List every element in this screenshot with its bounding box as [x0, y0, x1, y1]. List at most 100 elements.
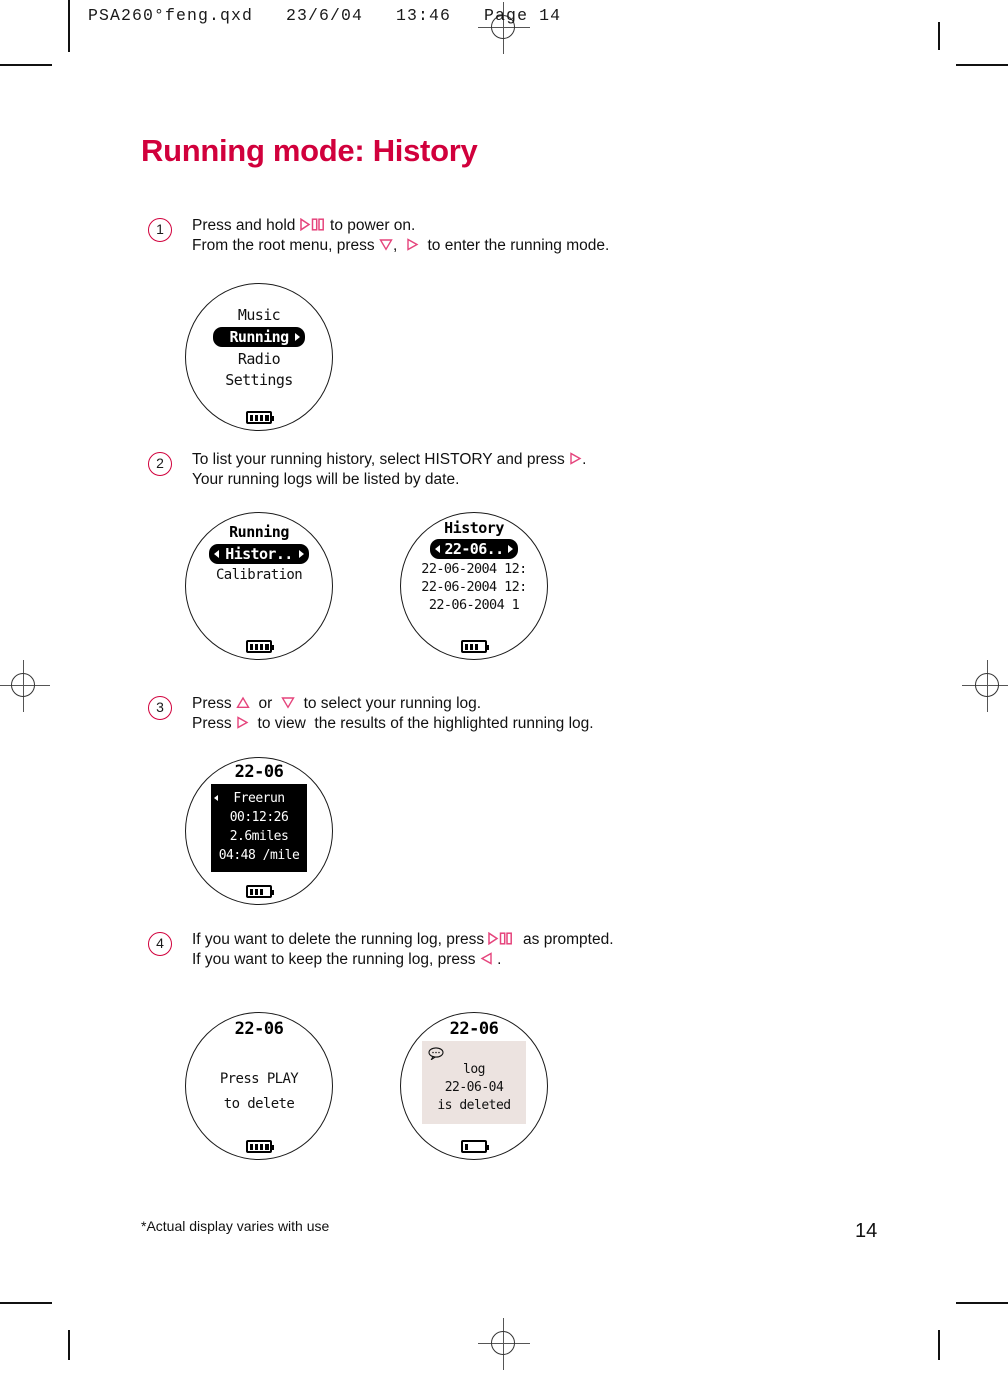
root-menu-item-radio: Radio [237, 350, 281, 368]
step-1-line-1-part-a: Press and hold [192, 217, 300, 234]
deleted-confirm-line-1: log [463, 1062, 485, 1077]
caret-right-icon [507, 545, 513, 553]
step-3-line-2-part-b: to view the results of the highlighted r… [248, 715, 594, 732]
step-4-line-1: If you want to delete the running log, p… [192, 930, 938, 950]
device-screen-deleted-confirm: 22-06 log 22-06-04 is deleted [400, 1012, 548, 1160]
caret-left-icon [435, 545, 441, 553]
device-screen-running-menu: Running Histor.. Calibration [185, 512, 333, 660]
triangle-left-icon [480, 952, 493, 965]
step-2-line-2: Your running logs will be listed by date… [192, 471, 460, 488]
step-4-line-1-part-b: as prompted. [514, 931, 614, 948]
step-3-line-2: Press to view the results of the highlig… [192, 714, 938, 734]
page-title: Running mode: History [141, 133, 478, 168]
device-screen-root-menu: Music Running Radio Settings [185, 283, 333, 431]
delete-prompt-line-2: to delete [223, 1096, 295, 1112]
crop-mark-bottom-left-h [0, 1302, 52, 1304]
history-list-selected-label: 22-06.. [444, 540, 504, 558]
step-number-badge: 2 [148, 452, 172, 476]
caret-left-icon [214, 795, 218, 801]
battery-icon [461, 640, 489, 653]
step-1-line-2-part-b: to enter the running mode. [418, 237, 610, 254]
step-1-line-1: Press and hold to power on. [192, 216, 938, 236]
crop-mark-bottom-left-v [68, 1330, 70, 1360]
step-2-line-1-part-a: To list your running history, select HIS… [192, 451, 570, 468]
crop-mark-bottom-right-h [956, 1302, 1008, 1304]
delete-prompt-line-1: Press PLAY [219, 1071, 299, 1087]
crop-mark-top-left-h [0, 64, 52, 66]
step-1-line-2-part-a: From the root menu, press [192, 237, 379, 254]
step-1-line-2: From the root menu, press , to enter the… [192, 236, 938, 256]
registration-mark-right [962, 660, 1008, 712]
crop-mark-top-right-h [956, 64, 1008, 66]
step-4-line-2: If you want to keep the running log, pre… [192, 950, 938, 970]
registration-mark-bottom [478, 1318, 530, 1370]
step-2-text: To list your running history, select HIS… [192, 450, 938, 490]
step-2: 2 To list your running history, select H… [148, 450, 938, 490]
step-3-line-1: Press or to select your running log. [192, 694, 938, 714]
crop-mark-top-right-v [938, 22, 940, 50]
caret-left-icon [214, 550, 220, 558]
log-detail-panel: Freerun 00:12:26 2.6miles 04:48 /mile [211, 784, 307, 872]
log-detail-duration: 00:12:26 [229, 810, 289, 825]
slug-rule-vertical [68, 0, 70, 52]
play-pause-icon [488, 932, 514, 945]
step-4-line-2-part-a: If you want to keep the running log, pre… [192, 951, 480, 968]
step-2-line-1: To list your running history, select HIS… [192, 450, 938, 470]
running-menu-item-calibration: Calibration [215, 567, 303, 583]
delete-prompt-title: 22-06 [234, 1019, 284, 1039]
triangle-right-icon [406, 238, 419, 251]
step-1: 1 Press and hold to power on. From the r… [148, 216, 938, 256]
step-number-badge: 1 [148, 218, 172, 242]
running-menu-title: Running [229, 523, 289, 541]
step-2-line-1-part-b: . [582, 451, 587, 468]
caret-right-icon [294, 333, 300, 341]
triangle-up-icon [236, 696, 250, 709]
running-menu-selected-label: Histor.. [225, 545, 293, 563]
step-3: 3 Press or to select your running log. P… [148, 694, 938, 734]
triangle-down-icon [281, 696, 295, 709]
footnote: *Actual display varies with use [141, 1218, 330, 1234]
step-3-line-1-part-b: or [249, 695, 281, 712]
step-3-line-1-part-a: Press [192, 695, 236, 712]
crop-mark-bottom-right-v [938, 1330, 940, 1360]
page-number: 14 [855, 1220, 878, 1242]
history-list-item: 22-06-2004 12: [421, 561, 527, 577]
battery-icon [246, 885, 274, 898]
step-1-line-2-separator: , [392, 237, 406, 254]
log-detail-title: 22-06 [234, 762, 284, 782]
step-4-text: If you want to delete the running log, p… [192, 930, 938, 970]
step-3-line-2-part-a: Press [192, 715, 236, 732]
triangle-down-icon [379, 238, 393, 251]
device-screen-log-detail: 22-06 Freerun 00:12:26 2.6miles 04:48 /m… [185, 757, 333, 905]
triangle-right-icon [569, 452, 582, 465]
triangle-right-icon [236, 716, 249, 729]
speech-bubble-icon [428, 1045, 445, 1062]
step-3-line-1-part-c: to select your running log. [294, 695, 482, 712]
step-4: 4 If you want to delete the running log,… [148, 930, 938, 970]
history-list-item-selected: 22-06.. [430, 539, 518, 559]
root-menu-item-settings: Settings [225, 371, 293, 389]
battery-icon [246, 640, 274, 653]
running-menu-item-history-selected: Histor.. [209, 544, 309, 564]
history-list-item: 22-06-2004 1 [428, 597, 520, 613]
registration-mark-left [0, 660, 50, 712]
battery-icon [461, 1140, 489, 1153]
root-menu-selected-label: Running [229, 328, 289, 346]
file-slug-text: PSA260°feng.qxd 23/6/04 13:46 Page 14 [88, 6, 562, 25]
step-number-badge: 3 [148, 696, 172, 720]
step-4-line-1-part-a: If you want to delete the running log, p… [192, 931, 489, 948]
battery-icon [246, 1140, 274, 1153]
caret-right-icon [298, 550, 304, 558]
history-list-item: 22-06-2004 12: [421, 579, 527, 595]
device-screen-delete-prompt: 22-06 Press PLAY to delete [185, 1012, 333, 1160]
history-list-title: History [444, 519, 504, 537]
step-1-line-1-part-b: to power on. [325, 217, 416, 234]
step-1-text: Press and hold to power on. From the roo… [192, 216, 938, 256]
play-pause-icon [299, 218, 326, 231]
device-screen-history-list: History 22-06.. 22-06-2004 12: 22-06-200… [400, 512, 548, 660]
deleted-confirm-line-3: is deleted [437, 1098, 511, 1113]
log-detail-pace: 04:48 /mile [218, 848, 300, 863]
step-3-text: Press or to select your running log. Pre… [192, 694, 938, 734]
root-menu-item-music: Music [237, 306, 281, 324]
root-menu-item-running-selected: Running [213, 327, 305, 347]
